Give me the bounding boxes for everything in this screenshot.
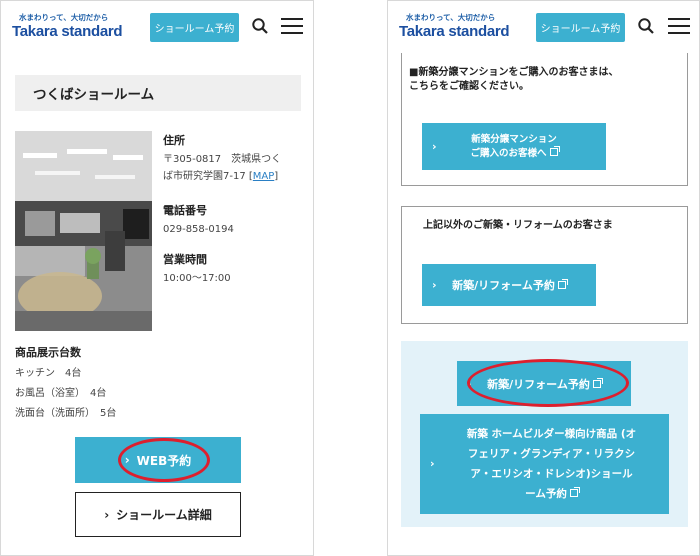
new-build-reform-booking-label: 新築/リフォーム予約 (487, 377, 590, 391)
home-builder-showroom-booking-button[interactable]: › 新築 ホームビルダー様向け商品 (オ フェリア・グランディア・リラクシ ア・… (420, 414, 669, 514)
showroom-detail-label: ショールーム詳細 (116, 508, 212, 522)
condo-buyers-label-line: ご購入のお客様へ (470, 147, 547, 159)
product-count: 5台 (100, 408, 117, 419)
showroom-detail-button[interactable]: › ショールーム詳細 (75, 492, 241, 537)
header: 水まわりって、大切だから Takara standard ショールーム予約 (388, 1, 699, 51)
address-block: 住所 〒305-0817 茨城県つく ば市研究学園7-17 [MAP] (163, 132, 303, 185)
chevron-right-icon: › (124, 453, 130, 467)
products-label: 商品展示台数 (15, 346, 81, 359)
page-title: つくばショールーム (15, 75, 301, 111)
product-name: 洗面台（洗面所） (15, 408, 90, 419)
new-build-reform-booking-button[interactable]: › 新築/リフォーム予約 (422, 264, 596, 306)
chevron-right-icon: › (430, 457, 435, 470)
home-builder-label-line: フェリア・グランディア・リラクシ (467, 448, 636, 460)
phone-number[interactable]: 029-858-0194 (163, 221, 303, 238)
address-line-2-row: ば市研究学園7-17 [MAP] (163, 171, 279, 182)
showroom-photo (15, 131, 152, 331)
chevron-right-icon: › (432, 139, 437, 153)
menu-icon[interactable] (668, 18, 690, 34)
product-row: キッチン 4台 (15, 364, 81, 379)
general-notice: 上記以外のご新築・リフォームのお客さま (423, 220, 613, 231)
address-line-2: ば市研究学園7-17 (163, 171, 246, 182)
external-link-icon (549, 145, 560, 156)
chevron-right-icon: › (432, 278, 437, 292)
address-label: 住所 (163, 134, 185, 147)
condo-buyers-button[interactable]: › 新築分譲マンション ご購入のお客様へ (422, 123, 606, 170)
condo-notice: ■新築分譲マンションをご購入のお客さまは、 こちらをご確認ください。 (409, 66, 684, 94)
right-screenshot-panel: 水まわりって、大切だから Takara standard ショールーム予約 ■新… (387, 0, 700, 556)
builder-panel: › 新築/リフォーム予約 › 新築 ホームビルダー様向け商品 (オ フェリア・グ… (401, 341, 688, 527)
product-name: お風呂（浴室） (15, 388, 80, 399)
home-builder-label: 新築 ホームビルダー様向け商品 (オ フェリア・グランディア・リラクシ ア・エリ… (453, 424, 636, 504)
external-link-icon (569, 487, 580, 497)
new-build-reform-booking-label: 新築/リフォーム予約 (452, 279, 555, 292)
chevron-right-icon: › (467, 377, 472, 390)
product-count: 4台 (65, 368, 82, 379)
logo-tagline: 水まわりって、大切だから (406, 13, 496, 22)
phone-label: 電話番号 (163, 204, 207, 217)
left-screenshot-panel: 水まわりって、大切だから Takara standard ショールーム予約 つく… (0, 0, 314, 556)
home-builder-label-line: ア・エリシオ・ドレシオ)ショール (470, 468, 633, 480)
condo-box: ■新築分譲マンションをご購入のお客さまは、 こちらをご確認ください。 › 新築分… (401, 53, 688, 186)
search-icon[interactable] (251, 17, 269, 35)
phone-block: 電話番号 029-858-0194 (163, 202, 303, 238)
menu-icon[interactable] (281, 18, 303, 34)
hours-label: 営業時間 (163, 253, 207, 266)
address-line-1: 〒305-0817 茨城県つく (163, 154, 282, 165)
logo[interactable]: Takara standard (399, 23, 510, 40)
product-row: 洗面台（洗面所） 5台 (15, 404, 116, 419)
condo-notice-line: こちらをご確認ください。 (409, 81, 529, 92)
home-builder-label-line: ーム予約 (525, 488, 567, 500)
search-icon[interactable] (637, 17, 655, 35)
web-booking-button[interactable]: › WEB予約 (75, 437, 241, 483)
web-booking-label: WEB予約 (136, 453, 192, 468)
home-builder-label-line: 新築 ホームビルダー様向け商品 (オ (466, 428, 637, 440)
general-box: 上記以外のご新築・リフォームのお客さま › 新築/リフォーム予約 (401, 206, 688, 324)
product-name: キッチン (15, 368, 55, 379)
condo-notice-line: ■新築分譲マンションをご購入のお客さまは、 (409, 67, 619, 78)
map-link[interactable]: MAP (253, 171, 275, 182)
condo-buyers-label: 新築分譲マンション ご購入のお客様へ (470, 133, 560, 161)
hours-block: 営業時間 10:00〜17:00 (163, 251, 303, 287)
product-row: お風呂（浴室） 4台 (15, 384, 106, 399)
condo-buyers-label-line: 新築分譲マンション (471, 133, 557, 145)
header: 水まわりって、大切だから Takara standard ショールーム予約 (1, 1, 313, 51)
new-build-reform-booking-button-2[interactable]: › 新築/リフォーム予約 (457, 361, 631, 406)
logo[interactable]: Takara standard (12, 23, 123, 40)
showroom-booking-button[interactable]: ショールーム予約 (536, 13, 625, 42)
external-link-icon (592, 377, 603, 388)
product-count: 4台 (90, 388, 107, 399)
logo-tagline: 水まわりって、大切だから (19, 13, 109, 22)
hours-value: 10:00〜17:00 (163, 273, 231, 284)
chevron-right-icon: › (104, 507, 110, 522)
external-link-icon (557, 279, 568, 289)
showroom-booking-button[interactable]: ショールーム予約 (150, 13, 239, 42)
